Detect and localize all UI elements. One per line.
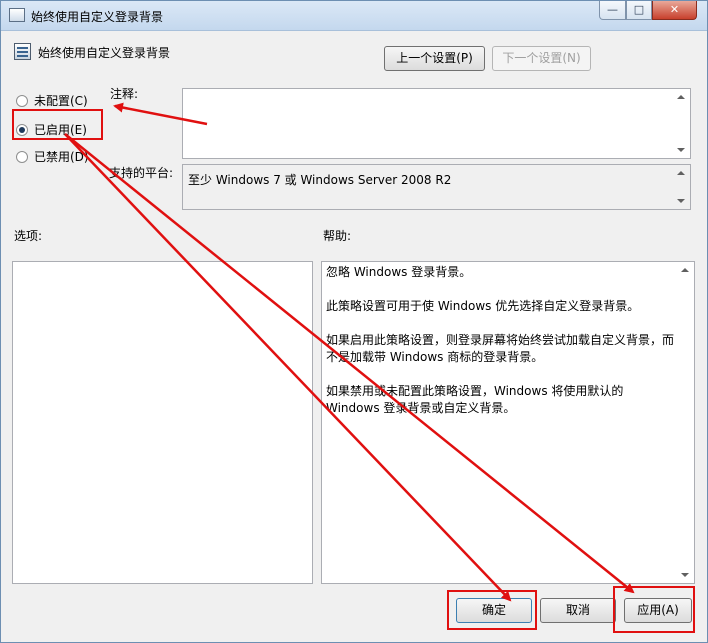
title-bar[interactable]: 始终使用自定义登录背景 — □ ✕ <box>1 1 707 31</box>
help-paragraph: 忽略 Windows 登录背景。 <box>326 265 472 279</box>
setting-title: 始终使用自定义登录背景 <box>38 46 171 60</box>
supported-platform-value: 至少 Windows 7 或 Windows Server 2008 R2 <box>188 173 452 187</box>
help-scrollbar[interactable] <box>677 262 694 583</box>
supported-platform-box: 至少 Windows 7 或 Windows Server 2008 R2 <box>182 164 691 210</box>
help-label: 帮助: <box>323 229 352 243</box>
maximize-button[interactable]: □ <box>626 1 652 20</box>
help-paragraph: 如果启用此策略设置，则登录屏幕将始终尝试加载自定义背景，而不是加载带 Windo… <box>326 333 675 364</box>
policy-icon <box>9 8 25 22</box>
radio-disabled[interactable]: 已禁用(D) <box>16 148 89 165</box>
supported-platform-label: 支持的平台: <box>109 166 174 180</box>
previous-setting-button[interactable]: 上一个设置(P) <box>384 46 485 71</box>
setting-icon <box>14 43 31 60</box>
radio-not-configured[interactable]: 未配置(C) <box>16 92 88 109</box>
radio-label: 已禁用(D) <box>34 150 89 164</box>
radio-button[interactable] <box>16 94 28 107</box>
highlight-enabled-option <box>12 109 103 140</box>
dialog-window: 始终使用自定义登录背景 — □ ✕ 始终使用自定义登录背景 上一个设置(P) 下… <box>0 0 708 643</box>
window-title: 始终使用自定义登录背景 <box>31 10 164 24</box>
highlight-ok-button <box>447 590 537 630</box>
help-paragraph: 此策略设置可用于使 Windows 优先选择自定义登录背景。 <box>326 299 640 313</box>
highlight-apply-button <box>613 586 695 633</box>
options-panel <box>12 261 313 584</box>
help-panel: 忽略 Windows 登录背景。 此策略设置可用于使 Windows 优先选择自… <box>321 261 695 584</box>
help-paragraph: 如果禁用或未配置此策略设置，Windows 将使用默认的 Windows 登录背… <box>326 384 624 415</box>
radio-label: 未配置(C) <box>34 94 88 108</box>
radio-button[interactable] <box>16 150 28 163</box>
comment-textarea[interactable] <box>182 88 691 159</box>
comment-label: 注释: <box>110 87 139 101</box>
next-setting-button[interactable]: 下一个设置(N) <box>492 46 591 71</box>
help-text: 忽略 Windows 登录背景。 此策略设置可用于使 Windows 优先选择自… <box>326 264 678 434</box>
minimize-button[interactable]: — <box>599 1 626 20</box>
close-button[interactable]: ✕ <box>652 1 697 20</box>
options-label: 选项: <box>14 229 43 243</box>
supported-scrollbar[interactable] <box>673 165 690 209</box>
comment-scrollbar[interactable] <box>673 89 690 158</box>
cancel-button[interactable]: 取消 <box>540 598 616 623</box>
